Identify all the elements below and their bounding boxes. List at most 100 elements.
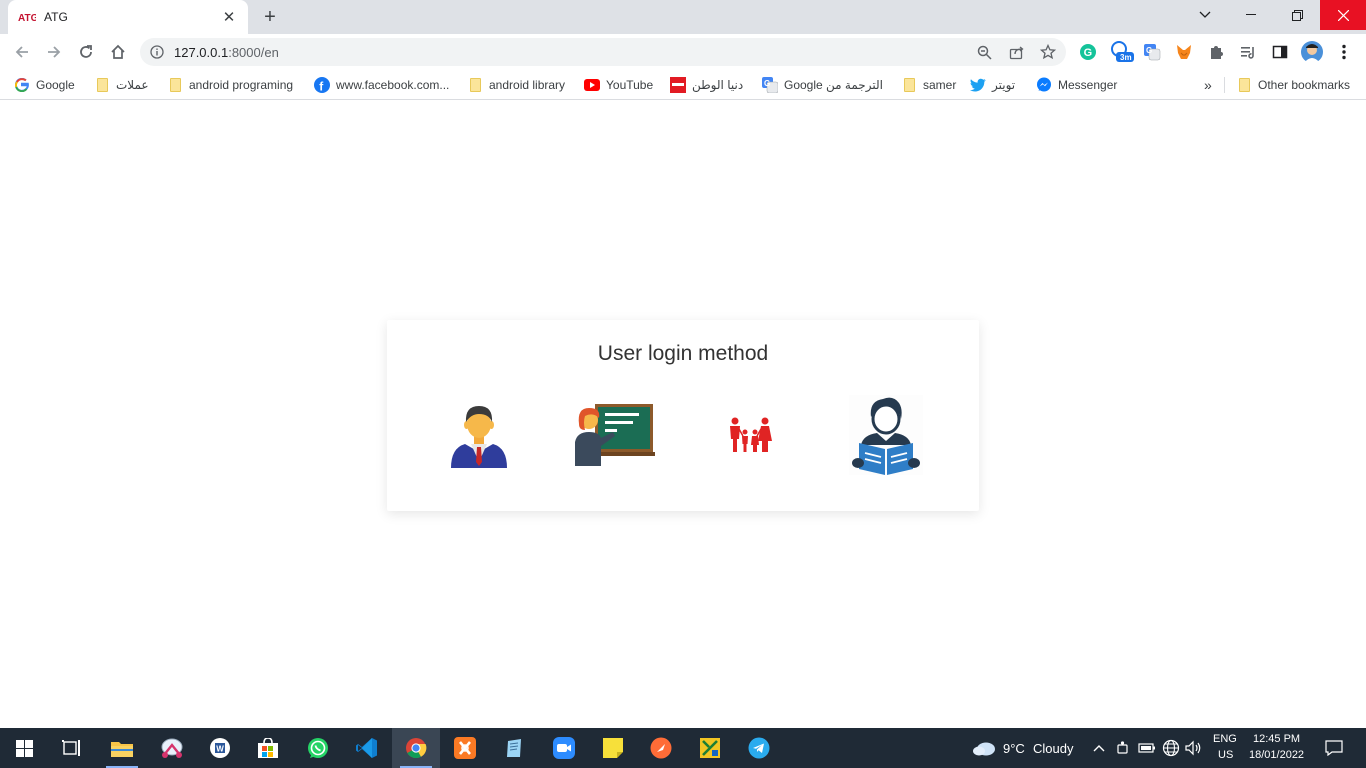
task-view-icon[interactable] xyxy=(48,728,96,768)
google-translate-icon[interactable]: G xyxy=(1142,42,1162,62)
zoom-icon[interactable] xyxy=(976,44,992,60)
vscode-icon[interactable] xyxy=(343,728,391,768)
family-icon xyxy=(730,417,772,452)
sticky-notes-icon[interactable] xyxy=(589,728,637,768)
input-language[interactable]: ENG xyxy=(1213,733,1237,745)
atg-favicon-icon: ATG xyxy=(18,10,36,24)
meet-now-icon[interactable] xyxy=(1114,738,1132,758)
bookmark-google[interactable]: Google xyxy=(14,76,75,94)
back-button[interactable] xyxy=(8,38,36,66)
xampp-icon[interactable] xyxy=(441,728,489,768)
chrome-icon[interactable] xyxy=(392,728,440,768)
page-title: User login method xyxy=(597,342,769,365)
start-button[interactable] xyxy=(0,728,48,768)
parent-login-option[interactable] xyxy=(705,392,795,478)
side-panel-icon[interactable] xyxy=(1270,42,1290,62)
media-control-icon[interactable] xyxy=(1238,42,1258,62)
zoom-meetings-icon[interactable] xyxy=(540,728,588,768)
bookmark-google-translate[interactable]: G Google الترجمة من xyxy=(762,76,883,94)
weather-condition[interactable]: Cloudy xyxy=(1033,741,1073,756)
svg-text:G: G xyxy=(1084,47,1093,59)
browser-toolbar: 127.0.0.1:8000/en G 3m G xyxy=(0,34,1366,70)
bookmark-label: Other bookmarks xyxy=(1258,78,1351,92)
tab-close-icon[interactable]: ✕ xyxy=(220,8,238,26)
close-window-button[interactable] xyxy=(1320,0,1366,30)
folder-icon xyxy=(1236,77,1252,93)
clock-date[interactable]: 18/01/2022 xyxy=(1249,749,1304,761)
browser-tab[interactable]: ATG ATG ✕ xyxy=(8,0,248,34)
battery-icon[interactable] xyxy=(1138,738,1156,758)
messenger-icon xyxy=(1036,77,1052,93)
folder-icon xyxy=(467,77,483,93)
google-icon xyxy=(14,77,30,93)
student-login-option[interactable] xyxy=(841,392,931,478)
bookmark-messenger[interactable]: Messenger xyxy=(1036,76,1117,94)
snipping-tool-icon[interactable] xyxy=(148,728,196,768)
network-globe-icon[interactable] xyxy=(1162,738,1180,758)
restore-button[interactable] xyxy=(1274,0,1320,30)
weather-cloud-icon[interactable] xyxy=(972,738,996,758)
bookmarks-overflow-button[interactable]: » xyxy=(1204,76,1212,94)
telegram-icon[interactable] xyxy=(735,728,783,768)
bookmark-folder-android-library[interactable]: android library xyxy=(467,76,565,94)
svg-text:G: G xyxy=(1146,46,1152,55)
bookmark-folder-currencies[interactable]: عملات xyxy=(94,76,149,94)
bookmark-label: android library xyxy=(489,78,566,92)
bookmark-label: دنيا الوطن xyxy=(692,78,744,92)
extension-badge: 3m xyxy=(1120,53,1132,62)
volume-icon[interactable] xyxy=(1185,738,1203,758)
bookmark-youtube[interactable]: YouTube xyxy=(584,76,653,94)
forward-button[interactable] xyxy=(40,38,68,66)
badge-extension-icon[interactable]: 3m xyxy=(1110,41,1136,62)
twitter-icon xyxy=(970,77,986,93)
address-bar[interactable]: 127.0.0.1:8000/en xyxy=(140,38,1066,66)
postman-icon[interactable] xyxy=(637,728,685,768)
whatsapp-icon[interactable] xyxy=(294,728,342,768)
bookmark-dunia-alwatan[interactable]: دنيا الوطن xyxy=(670,76,743,94)
new-tab-button[interactable]: + xyxy=(258,5,282,29)
bookmark-label: samer xyxy=(923,78,957,92)
bookmark-twitter[interactable]: تويتر xyxy=(970,76,1015,94)
file-explorer-icon[interactable] xyxy=(98,728,146,768)
dev-tool-icon[interactable] xyxy=(686,728,734,768)
input-region[interactable]: US xyxy=(1218,749,1233,761)
bookmark-other-bookmarks[interactable]: Other bookmarks xyxy=(1236,76,1350,94)
profile-avatar[interactable] xyxy=(1301,41,1323,63)
bookmark-label: android programing xyxy=(189,78,294,92)
extensions-puzzle-icon[interactable] xyxy=(1206,42,1226,62)
show-hidden-icons-chevron-icon[interactable] xyxy=(1090,738,1108,758)
folder-icon xyxy=(167,77,183,93)
home-button[interactable] xyxy=(104,38,132,66)
microsoft-store-icon[interactable] xyxy=(244,728,292,768)
url-text: 127.0.0.1:8000/en xyxy=(174,45,279,60)
youtube-icon xyxy=(584,77,600,93)
bookmark-label: عملات xyxy=(116,78,149,92)
student-reading-icon xyxy=(849,395,923,475)
admin-login-option[interactable] xyxy=(434,392,524,478)
svg-text:ATG: ATG xyxy=(18,13,36,23)
teacher-blackboard-icon xyxy=(575,404,655,466)
clock-time[interactable]: 12:45 PM xyxy=(1253,733,1300,745)
grammarly-icon[interactable]: G xyxy=(1078,42,1098,62)
bookmark-folder-android-programing[interactable]: android programing xyxy=(167,76,293,94)
folder-icon xyxy=(94,77,110,93)
more-menu-icon[interactable] xyxy=(1334,42,1354,62)
windows-taskbar: W 9°C Cloudy ENG US 12:45 PM 18/01/2022 xyxy=(0,728,1366,768)
bookmark-label: YouTube xyxy=(606,78,654,92)
share-icon[interactable] xyxy=(1008,44,1024,60)
word-icon[interactable]: W xyxy=(196,728,244,768)
site-info-icon[interactable] xyxy=(150,45,164,59)
metamask-icon[interactable] xyxy=(1174,42,1194,62)
facebook-icon: f xyxy=(314,77,330,93)
tab-strip: ATG ATG ✕ + xyxy=(0,0,1366,34)
reload-button[interactable] xyxy=(72,38,100,66)
bookmark-star-icon[interactable] xyxy=(1040,44,1056,60)
bookmark-facebook[interactable]: f www.facebook.com... xyxy=(314,76,449,94)
weather-temperature[interactable]: 9°C xyxy=(1003,741,1025,756)
teacher-login-option[interactable] xyxy=(570,392,660,478)
minimize-button[interactable] xyxy=(1228,0,1274,30)
bookmark-folder-samer[interactable]: samer xyxy=(901,76,956,94)
notepad-icon[interactable] xyxy=(490,728,538,768)
notifications-icon[interactable] xyxy=(1324,738,1344,758)
tab-search-button[interactable] xyxy=(1182,0,1228,30)
